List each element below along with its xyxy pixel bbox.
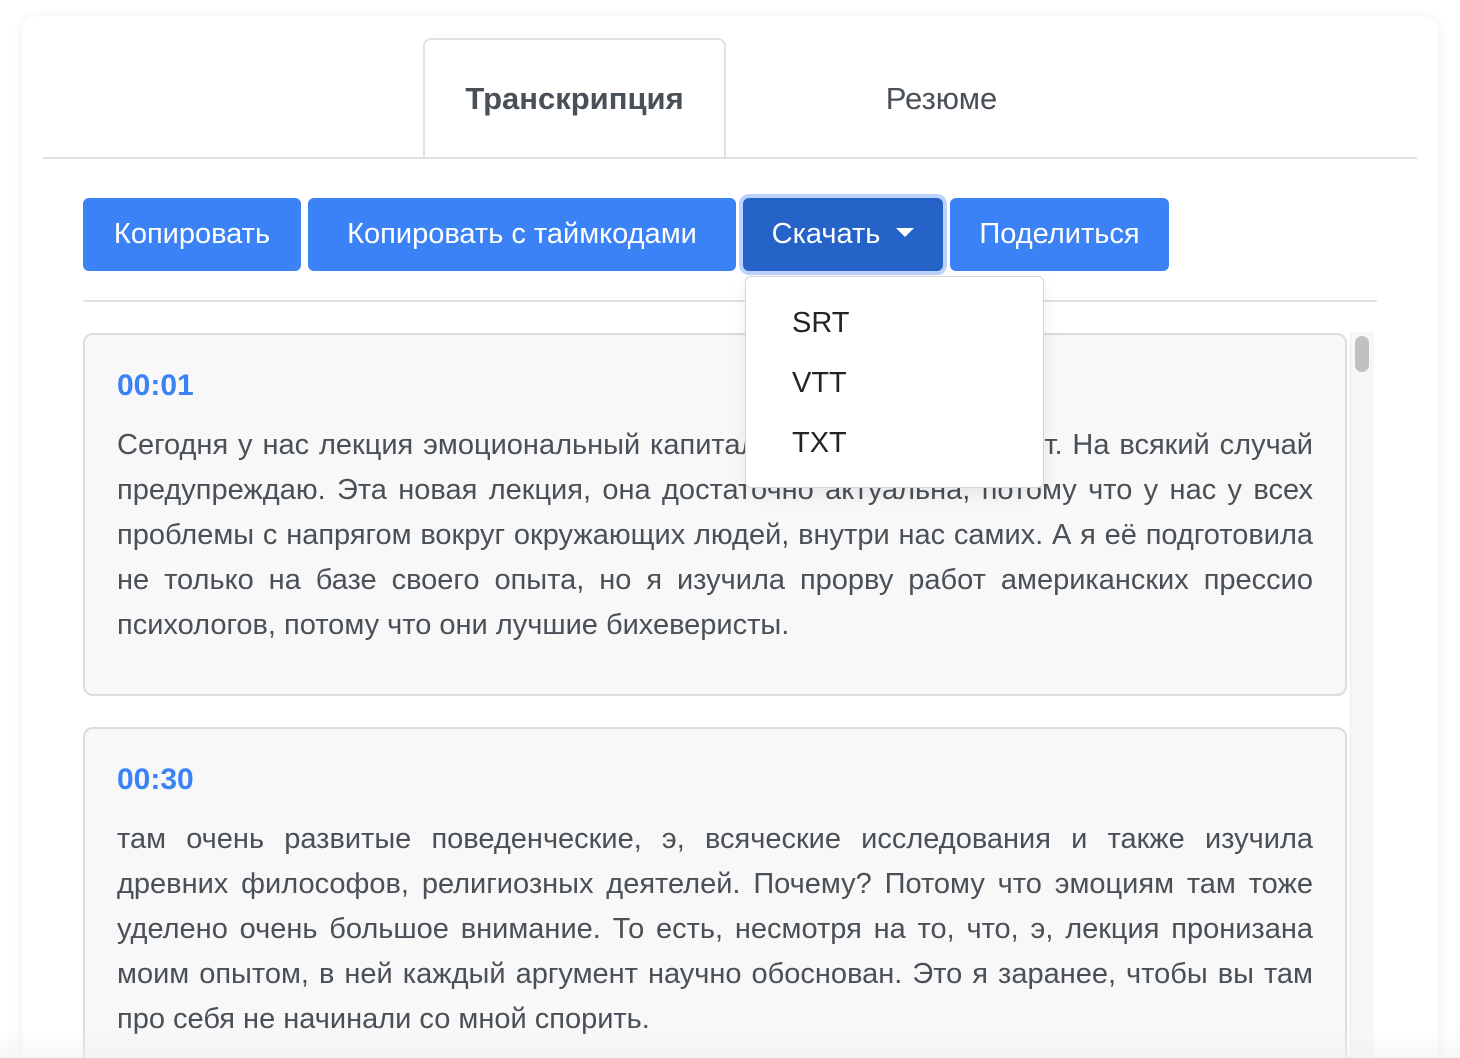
- segment-text: Сегодня у нас лекция эмоциональный капит…: [117, 429, 1313, 641]
- transcript-segment: 00:01 Сегодня у нас лекция эмоциональный…: [83, 333, 1347, 696]
- copy-button[interactable]: Копировать: [83, 198, 301, 271]
- download-dropdown-button[interactable]: Скачать: [743, 198, 943, 271]
- tab-transcription-label: Транскрипция: [465, 80, 684, 116]
- bottom-fade: [0, 1030, 1460, 1058]
- share-button[interactable]: Поделиться: [950, 198, 1169, 271]
- copy-with-timecodes-button[interactable]: Копировать с таймкодами: [308, 198, 736, 271]
- segment-text: там очень развитые поведенческие, э, вся…: [117, 823, 1313, 1035]
- share-button-label: Поделиться: [979, 218, 1140, 250]
- scrollbar-track[interactable]: [1350, 332, 1374, 1058]
- download-vtt-option[interactable]: VTT: [746, 353, 1043, 413]
- caret-down-icon: [896, 228, 915, 237]
- scrollbar-thumb[interactable]: [1355, 336, 1369, 372]
- download-srt-option[interactable]: SRT: [746, 293, 1043, 353]
- tab-transcription[interactable]: Транскрипция: [423, 38, 726, 159]
- tab-summary[interactable]: Резюме: [800, 38, 1083, 159]
- download-button-label: Скачать: [771, 218, 881, 250]
- toolbar-divider: [83, 300, 1377, 302]
- copy-with-timecodes-label: Копировать с таймкодами: [347, 218, 697, 250]
- download-txt-option[interactable]: TXT: [746, 413, 1043, 473]
- tab-summary-label: Резюме: [885, 80, 998, 116]
- download-menu: SRT VTT TXT: [745, 276, 1044, 488]
- copy-button-label: Копировать: [113, 218, 271, 250]
- segment-timestamp[interactable]: 00:01: [117, 369, 1313, 403]
- tabs-divider: [43, 157, 1417, 159]
- transcript-segment: 00:30 там очень развитые поведенческие, …: [83, 727, 1347, 1058]
- segment-timestamp[interactable]: 00:30: [117, 763, 1313, 797]
